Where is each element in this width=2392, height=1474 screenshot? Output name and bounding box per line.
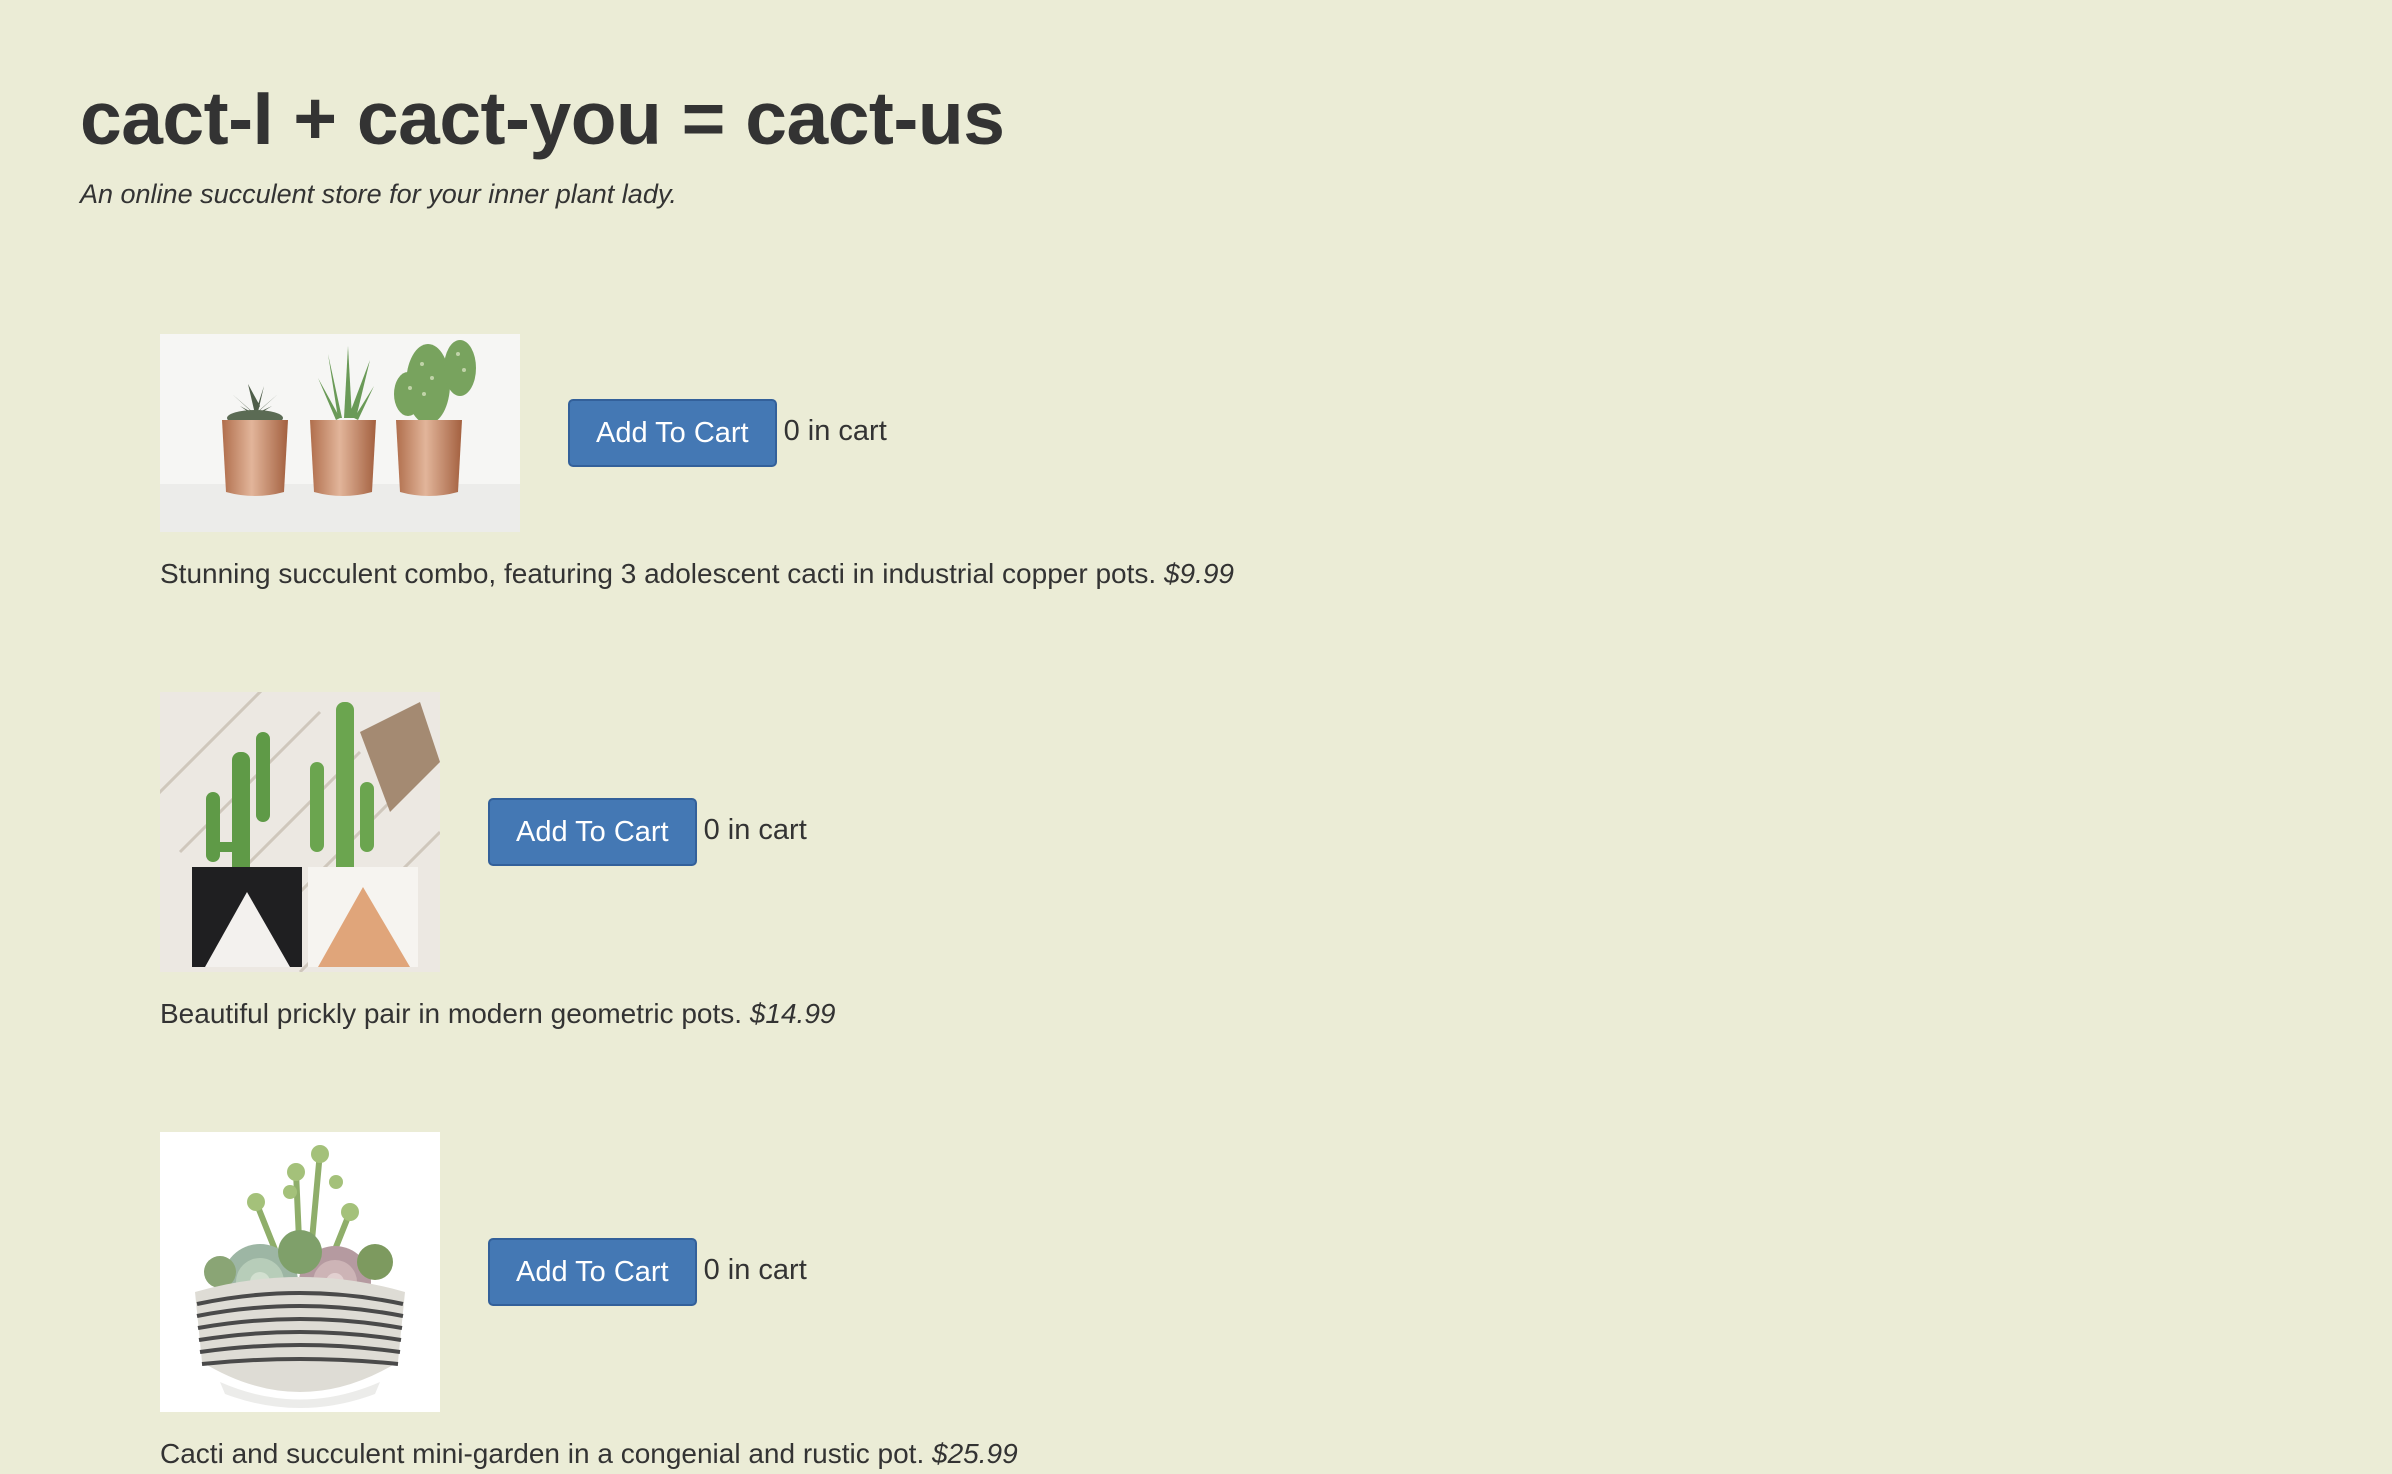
site-header: cact-I + cact-you = cact-us An online su… bbox=[80, 68, 1005, 214]
cart-count: 0 in cart bbox=[703, 1253, 807, 1286]
description-text: Stunning succulent combo, featuring 3 ad… bbox=[160, 558, 1157, 589]
product-description: Stunning succulent combo, featuring 3 ad… bbox=[160, 554, 1234, 594]
product-price: $9.99 bbox=[1163, 558, 1235, 589]
product-description: Cacti and succulent mini-garden in a con… bbox=[160, 1434, 1018, 1474]
succulent-mini-garden-bowl-image bbox=[160, 1132, 440, 1412]
description-text: Cacti and succulent mini-garden in a con… bbox=[160, 1438, 925, 1469]
description-text: Beautiful prickly pair in modern geometr… bbox=[160, 998, 743, 1029]
three-cacti-copper-pots-image bbox=[160, 334, 520, 532]
page-subtitle: An online succulent store for your inner… bbox=[80, 179, 677, 209]
add-to-cart-button[interactable]: Add To Cart bbox=[488, 1238, 697, 1306]
add-to-cart-button[interactable]: Add To Cart bbox=[568, 399, 777, 467]
product-price: $14.99 bbox=[749, 998, 836, 1029]
product-card: Add To Cart 0 in cart Beautiful prickly … bbox=[160, 692, 835, 1034]
cart-count: 0 in cart bbox=[703, 813, 807, 846]
product-row: Add To Cart 0 in cart bbox=[160, 1132, 1018, 1412]
cart-count: 0 in cart bbox=[783, 414, 887, 447]
product-price: $25.99 bbox=[932, 1438, 1018, 1469]
product-row: Add To Cart 0 in cart bbox=[160, 334, 1234, 532]
product-row: Add To Cart 0 in cart bbox=[160, 692, 835, 972]
product-card: Add To Cart 0 in cart Stunning succulent… bbox=[160, 334, 1234, 594]
add-to-cart-button[interactable]: Add To Cart bbox=[488, 798, 697, 866]
product-description: Beautiful prickly pair in modern geometr… bbox=[160, 994, 835, 1034]
product-card: Add To Cart 0 in cart Cacti and succulen… bbox=[160, 1132, 1018, 1474]
page-title: cact-I + cact-you = cact-us bbox=[80, 76, 1005, 160]
two-cacti-geometric-pots-image bbox=[160, 692, 440, 972]
